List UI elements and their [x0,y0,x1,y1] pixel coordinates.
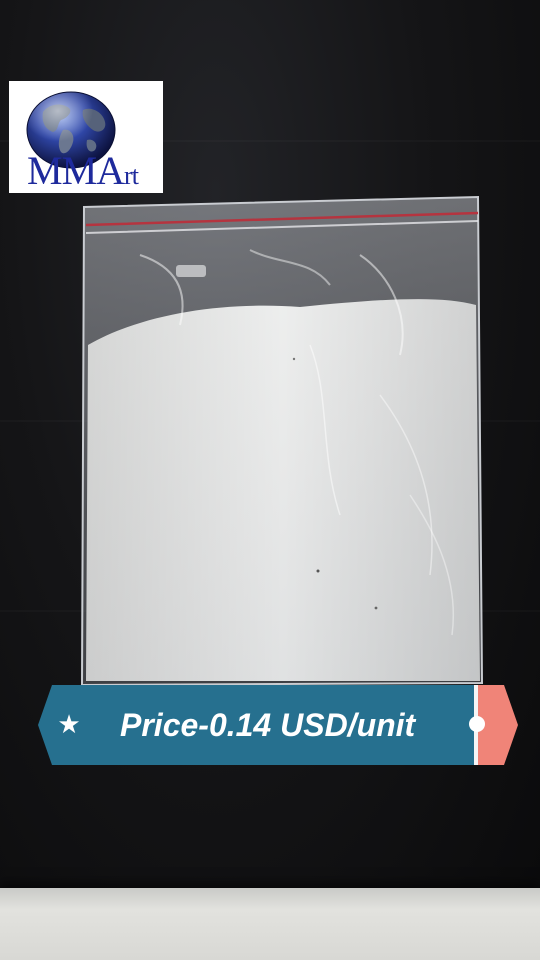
product-photo: MMArt ★ Price-0.14 USD/unit [0,0,540,960]
plastic-bag [80,195,484,687]
logo-text-caps: MMA [27,148,125,193]
price-label: Price-0.14 USD/unit [120,707,416,743]
brand-logo: MMArt [9,81,163,193]
price-banner: ★ Price-0.14 USD/unit [38,685,518,765]
star-icon: ★ [57,709,81,739]
logo-text-small: rt [124,161,139,190]
logo-wordmark: MMArt [27,147,139,194]
floor-surface [0,888,540,960]
dot-icon [469,716,485,732]
